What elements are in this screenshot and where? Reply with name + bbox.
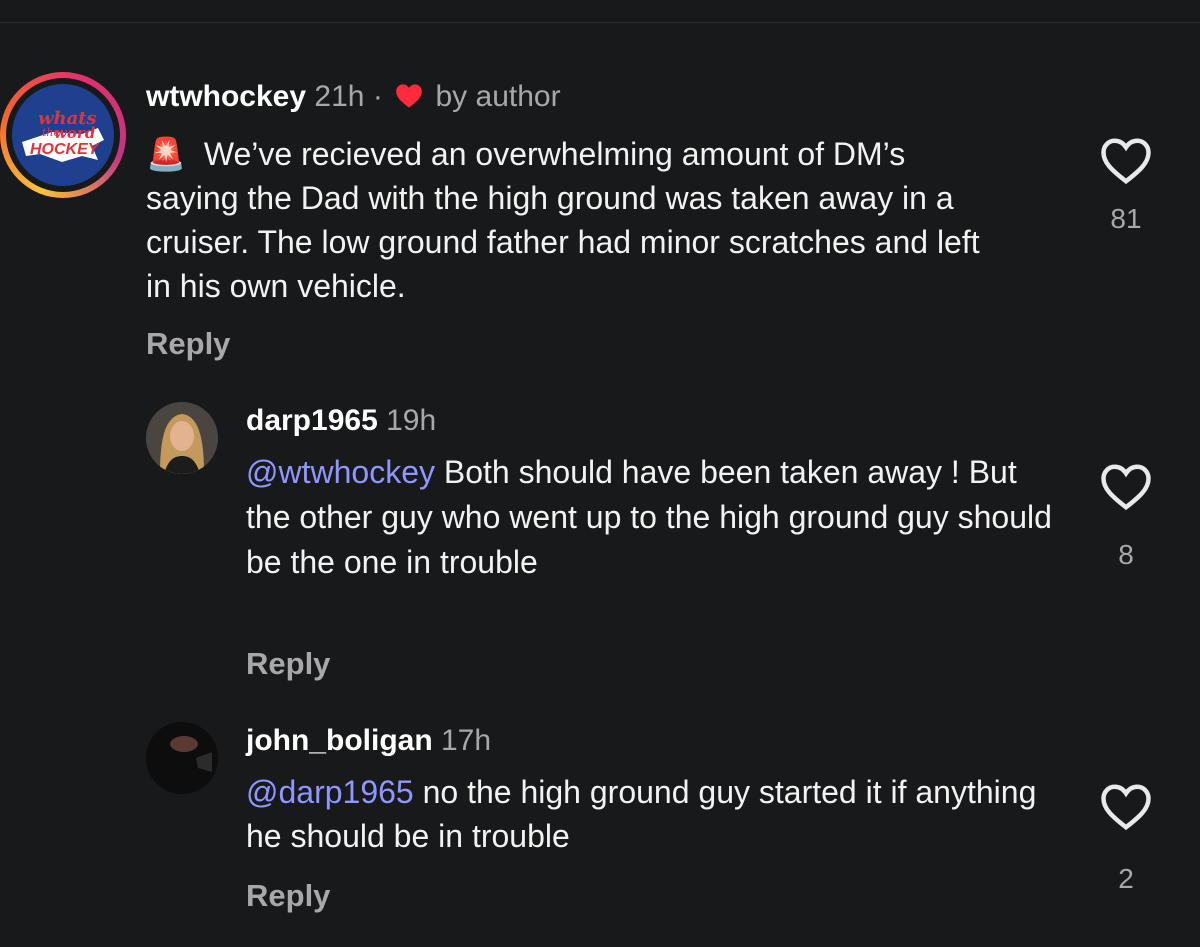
comment-header: darp1965 19h <box>246 404 436 438</box>
avatar[interactable]: whats the word HOCKEY <box>0 72 126 198</box>
comment-john-boligan: john_boligan 17h @darp1965 no the high g… <box>0 712 1200 942</box>
like-group: 81 <box>1098 136 1154 235</box>
avatar[interactable] <box>146 722 218 794</box>
like-count: 2 <box>1118 863 1134 894</box>
like-group: 8 <box>1098 462 1154 571</box>
timestamp: 21h <box>314 80 365 113</box>
username[interactable]: wtwhockey <box>146 80 306 113</box>
siren-emoji: 🚨 <box>146 136 186 172</box>
by-author-badge: by author <box>435 80 561 113</box>
reply-button[interactable]: Reply <box>146 326 230 362</box>
heart-outline-icon[interactable] <box>1098 136 1154 191</box>
timestamp: 19h <box>386 404 437 437</box>
comment-darp1965: darp1965 19h @wtwhockey Both should have… <box>0 390 1200 700</box>
top-divider <box>0 22 1200 23</box>
comment-header: john_boligan 17h <box>246 724 491 758</box>
username[interactable]: john_boligan <box>246 724 433 757</box>
like-count: 8 <box>1118 539 1134 570</box>
mention-link[interactable]: @darp1965 <box>246 774 414 810</box>
comment-text: @darp1965 no the high ground guy started… <box>246 774 1037 854</box>
comment-wtwhockey: whats the word HOCKEY wtwhockey 21h · by… <box>0 60 1200 380</box>
avatar[interactable] <box>146 402 218 474</box>
like-count: 81 <box>1110 203 1142 234</box>
username[interactable]: darp1965 <box>246 404 378 437</box>
svg-text:word: word <box>54 124 96 142</box>
heart-filled-icon <box>395 83 423 117</box>
whats-the-word-hockey-logo: whats the word HOCKEY <box>12 84 114 186</box>
separator: · <box>372 80 383 113</box>
heart-outline-icon[interactable] <box>1098 462 1154 517</box>
heart-outline-icon[interactable] <box>1098 782 1154 837</box>
mention-link[interactable]: @wtwhockey <box>246 454 435 490</box>
svg-text:HOCKEY: HOCKEY <box>30 141 100 158</box>
reply-button[interactable]: Reply <box>246 878 330 914</box>
like-group: 2 <box>1098 782 1154 895</box>
timestamp: 17h <box>441 724 492 757</box>
comment-text: @wtwhockey Both should have been taken a… <box>246 454 1052 580</box>
comment-text: 🚨 We’ve recieved an overwhelming amount o… <box>146 136 980 304</box>
comment-header: wtwhockey 21h · by author <box>146 80 561 117</box>
reply-button[interactable]: Reply <box>246 646 330 682</box>
